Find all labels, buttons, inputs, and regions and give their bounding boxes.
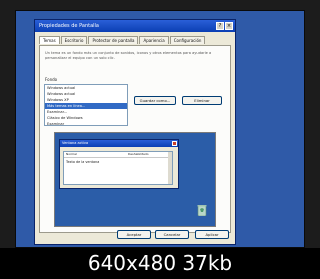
preview-scrollbar — [168, 152, 172, 184]
close-icon — [172, 141, 177, 146]
apply-button[interactable]: Aplicar — [195, 230, 229, 239]
preview-window-title: Ventana activa — [60, 140, 178, 147]
list-item[interactable]: Examinar — [45, 121, 127, 127]
ok-button[interactable]: Aceptar — [117, 230, 151, 239]
preview-window: Ventana activa Normal Deshabilitado Text… — [59, 139, 179, 189]
display-properties-dialog: Propiedades de Pantalla ? × Temas Escrit… — [34, 19, 236, 245]
preview-list: Normal Deshabilitado Texto de la ventana — [63, 151, 173, 185]
tab-configuracion[interactable]: Configuración — [169, 36, 206, 44]
delete-button[interactable]: Eliminar — [182, 96, 222, 105]
preview-cell: Texto de la ventana — [66, 160, 100, 164]
preview-list-header: Normal Deshabilitado — [64, 152, 172, 158]
tab-apariencia[interactable]: Apariencia — [139, 36, 169, 44]
theme-preview: Ventana activa Normal Deshabilitado Text… — [54, 132, 216, 227]
tab-temas[interactable]: Temas — [39, 36, 60, 44]
cancel-button[interactable]: Cancelar — [155, 230, 189, 239]
tab-protector[interactable]: Protector de pantalla — [88, 36, 139, 44]
tab-strip: Temas Escritorio Protector de pantalla A… — [39, 36, 206, 44]
fondo-list[interactable]: Windows actual Windows actual Windows XP… — [44, 84, 128, 126]
save-as-button[interactable]: Guardar como... — [134, 96, 176, 105]
theme-help-text: Un tema es un fondo más un conjunto de s… — [45, 51, 212, 60]
help-button[interactable]: ? — [216, 22, 224, 30]
dialog-footer: Aceptar Cancelar Aplicar — [35, 230, 235, 240]
image-info-bar: 640x480 37kb — [0, 248, 320, 279]
thumbnail-frame: Propiedades de Pantalla ? × Temas Escrit… — [0, 0, 320, 279]
close-button[interactable]: × — [225, 22, 233, 30]
tab-escritorio[interactable]: Escritorio — [60, 36, 88, 44]
recycle-bin-icon — [197, 205, 207, 216]
fondo-label: Fondo — [45, 77, 58, 82]
tab-panel: Un tema es un fondo más un conjunto de s… — [39, 45, 231, 233]
dialog-title: Propiedades de Pantalla — [39, 23, 99, 29]
image-dimensions: 640x480 37kb — [87, 251, 233, 275]
screenshot-area: Propiedades de Pantalla ? × Temas Escrit… — [15, 10, 305, 248]
dialog-titlebar: Propiedades de Pantalla ? × — [35, 20, 235, 32]
